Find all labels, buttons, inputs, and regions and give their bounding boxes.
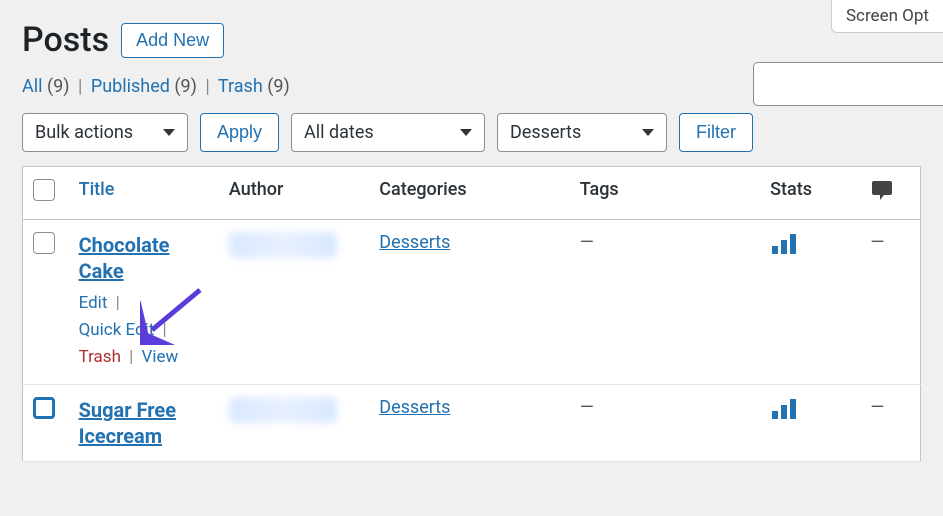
page-header: Posts Add New — [0, 0, 943, 60]
stats-icon[interactable] — [770, 232, 850, 256]
filter-published[interactable]: Published — [91, 76, 170, 97]
view-link[interactable]: View — [142, 347, 179, 367]
post-title-link[interactable]: Sugar Free Icecream — [79, 397, 209, 449]
divider: | — [201, 76, 213, 97]
bulk-actions-label: Bulk actions — [35, 122, 133, 143]
apply-button[interactable]: Apply — [200, 113, 279, 152]
filter-trash[interactable]: Trash — [218, 76, 263, 97]
filter-published-count: (9) — [174, 76, 197, 97]
column-stats: Stats — [760, 167, 860, 220]
select-all-header — [23, 167, 69, 220]
comments-value: — — [870, 232, 884, 253]
category-filter-select[interactable]: Desserts — [497, 113, 667, 152]
screen-options-button[interactable]: Screen Opt — [831, 0, 943, 33]
table-row: Chocolate Cake Edit | Quick Edit | Trash… — [23, 220, 921, 385]
tags-value: — — [580, 397, 594, 418]
table-row: Sugar Free Icecream Desserts — — — [23, 384, 921, 461]
trash-link[interactable]: Trash — [79, 347, 121, 367]
author-blurred — [229, 232, 337, 258]
date-filter-select[interactable]: All dates — [291, 113, 485, 152]
category-filter-label: Desserts — [510, 122, 581, 143]
tags-value: — — [580, 232, 594, 253]
stats-icon[interactable] — [770, 397, 850, 421]
filter-all[interactable]: All — [22, 76, 43, 97]
column-tags: Tags — [570, 167, 760, 220]
posts-table: Title Author Categories Tags Stats Choco… — [22, 166, 921, 462]
comments-value: — — [870, 397, 884, 418]
row-checkbox[interactable] — [33, 397, 55, 419]
row-checkbox[interactable] — [33, 232, 55, 254]
comment-icon — [870, 182, 894, 207]
quick-edit-link[interactable]: Quick Edit — [79, 320, 155, 340]
column-categories: Categories — [369, 167, 569, 220]
filter-all-count: (9) — [47, 76, 70, 97]
controls-row: Bulk actions Apply All dates Desserts Fi… — [0, 107, 943, 166]
divider: | — [74, 76, 86, 97]
date-filter-label: All dates — [304, 122, 374, 143]
row-actions: Edit | Quick Edit | Trash | View — [79, 290, 209, 372]
page-title: Posts — [22, 20, 109, 60]
column-title[interactable]: Title — [69, 167, 219, 220]
column-comments — [860, 167, 920, 220]
category-link[interactable]: Desserts — [379, 232, 450, 253]
post-title-link[interactable]: Chocolate Cake — [79, 232, 209, 284]
category-link[interactable]: Desserts — [379, 397, 450, 418]
add-new-button[interactable]: Add New — [121, 23, 224, 58]
bulk-actions-select[interactable]: Bulk actions — [22, 113, 188, 152]
author-blurred — [229, 397, 337, 423]
edit-link[interactable]: Edit — [79, 293, 108, 313]
select-all-checkbox[interactable] — [33, 179, 55, 201]
filter-button[interactable]: Filter — [679, 113, 753, 152]
filter-trash-count: (9) — [267, 76, 290, 97]
column-author: Author — [219, 167, 369, 220]
search-input[interactable] — [753, 62, 943, 106]
